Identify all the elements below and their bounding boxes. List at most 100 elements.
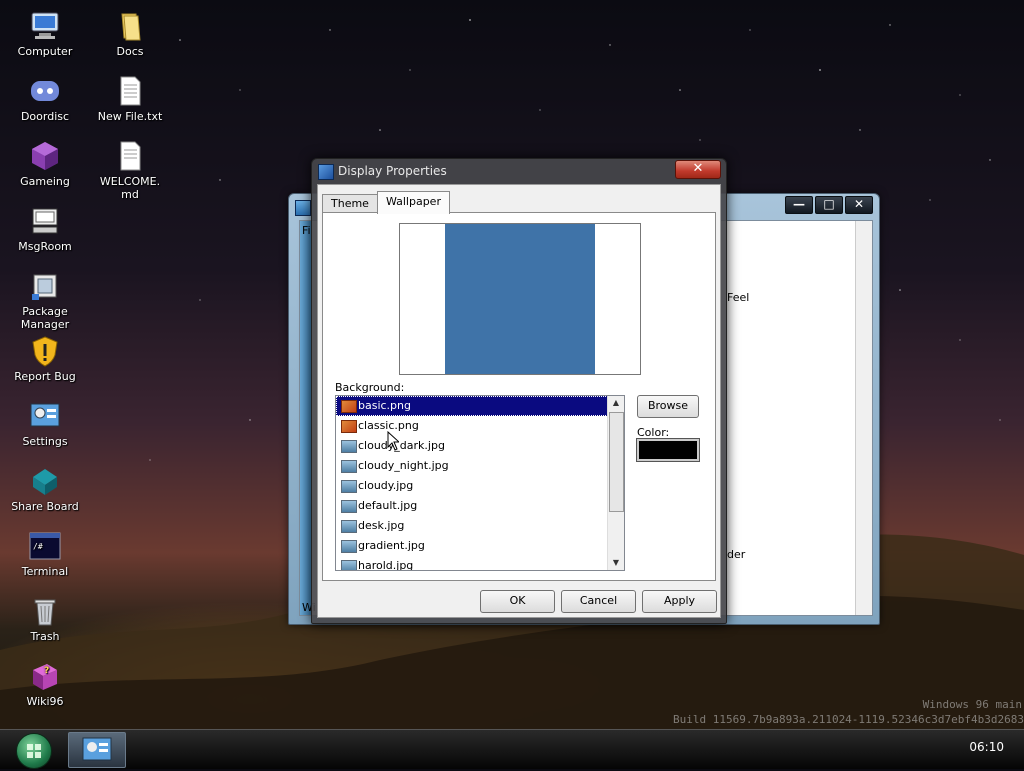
markdown-file-icon	[114, 140, 146, 172]
icon-label: MsgRoom	[18, 240, 72, 253]
desktop-icon-package-manager[interactable]: Package Manager	[5, 270, 85, 331]
desktop-icon-wiki96[interactable]: ? Wiki96	[5, 660, 85, 708]
icon-label: WELCOME. md	[99, 175, 161, 201]
svg-text:/#: /#	[33, 542, 43, 551]
tab-bar: Theme Wallpaper	[322, 191, 450, 214]
desktop-icon-share-board[interactable]: Share Board	[5, 465, 85, 513]
desktop-icon-docs[interactable]: Docs	[90, 10, 170, 58]
desktop-icon-terminal[interactable]: /# Terminal	[5, 530, 85, 578]
list-item[interactable]: cloudy_night.jpg	[336, 456, 624, 476]
start-button[interactable]	[16, 733, 52, 769]
scroll-up-icon[interactable]: ▲	[608, 396, 624, 410]
close-button[interactable]: ✕	[675, 160, 721, 179]
icon-label: Package Manager	[20, 305, 70, 331]
discord-icon	[29, 75, 61, 107]
window-scrollbar[interactable]	[855, 221, 872, 615]
folder-icon	[114, 10, 146, 42]
maximize-button[interactable]: □	[815, 196, 843, 214]
image-file-icon	[341, 440, 357, 453]
shield-warning-icon	[29, 335, 61, 367]
desktop-icon-msgroom[interactable]: MsgRoom	[5, 205, 85, 253]
cancel-button[interactable]: Cancel	[561, 590, 636, 613]
desktop-icon-welcome[interactable]: WELCOME. md	[90, 140, 170, 201]
wallpaper-panel: Background: basic.png classic.png cloudy…	[322, 212, 716, 581]
scroll-thumb[interactable]	[609, 412, 624, 512]
list-item[interactable]: classic.png	[336, 416, 624, 436]
folder-text: der	[727, 548, 746, 561]
share-board-icon	[29, 465, 61, 497]
icon-label: Share Board	[11, 500, 79, 513]
windows-logo-icon	[27, 744, 41, 758]
preview-fill	[445, 224, 595, 374]
chat-computer-icon	[29, 205, 61, 237]
image-file-icon	[341, 520, 357, 533]
svg-text:?: ?	[44, 666, 49, 676]
background-list[interactable]: basic.png classic.png cloudy_dark.jpg cl…	[335, 395, 625, 571]
wiki-book-icon: ?	[29, 660, 61, 692]
dialog-title: Display Properties	[338, 164, 447, 178]
clock[interactable]: 06:10	[969, 740, 1004, 754]
browse-button[interactable]: Browse	[637, 395, 699, 418]
cube-icon	[29, 140, 61, 172]
menu-text: Fi	[302, 224, 311, 237]
image-file-icon	[341, 560, 357, 570]
build-watermark-line2: Build 11569.7b9a893a.211024-1119.52346c3…	[673, 713, 1024, 726]
package-icon	[29, 270, 61, 302]
icon-label: Terminal	[21, 565, 69, 578]
look-feel-text: Feel	[727, 291, 750, 304]
icon-label: New File.txt	[97, 110, 163, 123]
list-item[interactable]: harold.jpg	[336, 556, 624, 570]
icon-label: Computer	[17, 45, 73, 58]
background-label: Background:	[335, 381, 405, 394]
desktop-icon-computer[interactable]: Computer	[5, 10, 85, 58]
terminal-icon: /#	[29, 530, 61, 562]
scroll-down-icon[interactable]: ▼	[608, 556, 624, 570]
icon-label: Doordisc	[20, 110, 70, 123]
desktop-icon-new-file[interactable]: New File.txt	[90, 75, 170, 123]
image-file-icon	[341, 460, 357, 473]
tab-wallpaper[interactable]: Wallpaper	[376, 191, 450, 214]
display-properties-dialog[interactable]: Display Properties ✕ Theme Wallpaper Bac…	[311, 158, 727, 624]
image-file-icon	[341, 420, 357, 433]
list-item[interactable]: cloudy_dark.jpg	[336, 436, 624, 456]
icon-label: Settings	[22, 435, 68, 448]
desktop-icon-report-bug[interactable]: Report Bug	[5, 335, 85, 383]
taskbar-item-display-properties[interactable]	[68, 732, 126, 768]
desktop-icon-trash[interactable]: Trash	[5, 595, 85, 643]
computer-icon	[29, 10, 61, 42]
image-file-icon	[341, 500, 357, 513]
close-button[interactable]: ✕	[845, 196, 873, 214]
tab-theme[interactable]: Theme	[322, 194, 378, 213]
display-icon	[318, 164, 334, 180]
icon-label: Trash	[30, 630, 60, 643]
ok-button[interactable]: OK	[480, 590, 555, 613]
color-label: Color:	[637, 426, 670, 439]
image-file-icon	[341, 540, 357, 553]
image-file-icon	[341, 480, 357, 493]
settings-icon	[82, 737, 112, 761]
desktop-icon-doordisc[interactable]: Doordisc	[5, 75, 85, 123]
list-item[interactable]: basic.png	[336, 396, 624, 416]
trash-icon	[29, 595, 61, 627]
wallpaper-preview	[399, 223, 641, 375]
list-scrollbar[interactable]: ▲ ▼	[607, 396, 624, 570]
minimize-button[interactable]: —	[785, 196, 813, 214]
text-file-icon	[114, 75, 146, 107]
icon-label: Report Bug	[14, 370, 76, 383]
color-picker[interactable]	[636, 438, 700, 462]
desktop-icon-settings[interactable]: Settings	[5, 400, 85, 448]
dialog-body: Theme Wallpaper Background: basic.png cl…	[317, 184, 721, 618]
settings-icon	[29, 400, 61, 432]
list-item[interactable]: desk.jpg	[336, 516, 624, 536]
list-item[interactable]: cloudy.jpg	[336, 476, 624, 496]
build-watermark-line1: Windows 96 main	[922, 698, 1022, 711]
icon-label: Gameing	[20, 175, 70, 188]
mouse-cursor-icon	[387, 431, 399, 451]
list-item[interactable]: gradient.jpg	[336, 536, 624, 556]
icon-label: Docs	[116, 45, 144, 58]
app-icon	[295, 200, 311, 216]
list-item[interactable]: default.jpg	[336, 496, 624, 516]
apply-button[interactable]: Apply	[642, 590, 717, 613]
window-controls: — □ ✕	[783, 196, 873, 214]
desktop-icon-gameing[interactable]: Gameing	[5, 140, 85, 188]
